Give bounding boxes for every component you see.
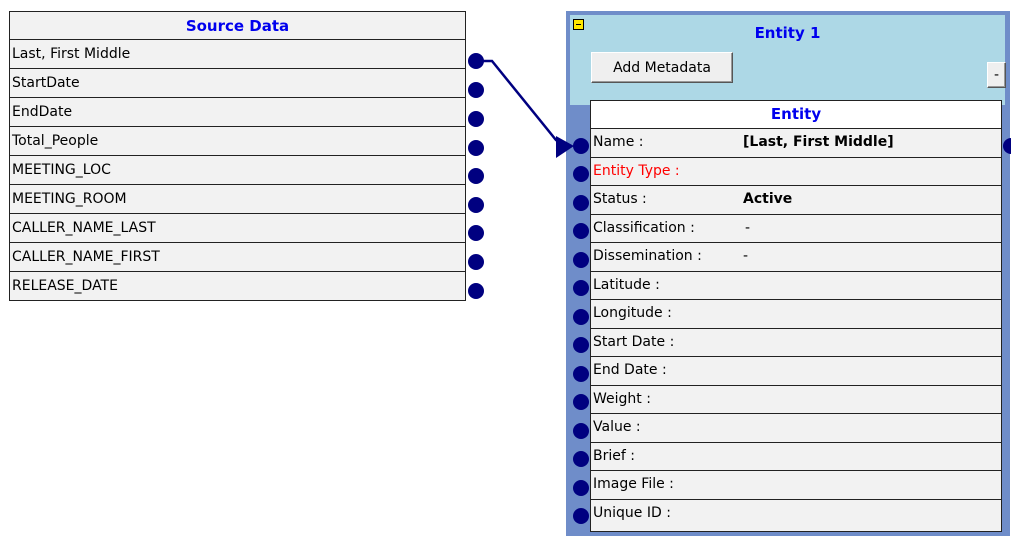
entity-connector-dot-icon[interactable] [573,223,589,239]
entity-row-label: Image File : [593,476,674,492]
entity-row-value: Active [743,191,793,207]
source-field-row[interactable]: EndDate [10,98,465,127]
source-field-label: Total_People [12,133,99,149]
source-connector-dot-icon[interactable] [468,197,484,213]
entity-panel: Entity 1 Add Metadata - Entity Name : [L… [566,11,1010,536]
entity-row-longitude[interactable]: Longitude : [591,300,1001,329]
source-data-title: Source Data [10,12,465,40]
entity-connector-dot-icon[interactable] [573,280,589,296]
source-field-row[interactable]: Total_People [10,127,465,156]
entity-row-weight[interactable]: Weight : [591,386,1001,414]
entity-row-start-date[interactable]: Start Date : [591,329,1001,357]
entity-connector-dot-icon[interactable] [573,138,589,154]
entity-row-brief[interactable]: Brief : [591,443,1001,471]
source-field-label: Last, First Middle [12,46,131,62]
entity-row-label: Entity Type : [593,162,680,179]
source-data-panel: Source Data Last, First Middle StartDate… [9,11,466,301]
entity-row-label: Classification : [593,219,695,236]
entity-row-dissemination[interactable]: Dissemination : - [591,243,1001,272]
entity-connector-dot-icon[interactable] [573,508,589,524]
entity-row-name[interactable]: Name : [Last, First Middle] [591,129,1001,158]
source-connector-dot-icon[interactable] [468,53,484,69]
source-field-label: RELEASE_DATE [12,278,118,294]
entity-row-value: - [743,248,749,264]
source-field-label: MEETING_ROOM [12,191,127,207]
entity-row-value: [Last, First Middle] [743,134,894,150]
entity-row-label: Status : [593,191,647,207]
entity-row-label: Dissemination : [593,248,702,264]
entity-table-title: Entity [591,101,1001,129]
entity-connector-dot-icon[interactable] [573,423,589,439]
source-field-row[interactable]: MEETING_LOC [10,156,465,185]
entity-row-value[interactable]: Value : [591,414,1001,443]
source-field-row[interactable]: CALLER_NAME_LAST [10,214,465,243]
entity-row-classification[interactable]: Classification : - [591,215,1001,243]
entity-connector-dot-icon[interactable] [573,480,589,496]
entity-connector-dot-icon[interactable] [573,366,589,382]
entity-title: Entity 1 [754,24,821,42]
entity-connector-dot-icon[interactable] [573,252,589,268]
remove-button[interactable]: - [987,62,1006,88]
source-field-row[interactable]: CALLER_NAME_FIRST [10,243,465,272]
source-field-label: MEETING_LOC [12,162,111,178]
entity-connector-dot-icon[interactable] [573,166,589,182]
source-connector-dot-icon[interactable] [468,254,484,270]
add-metadata-button[interactable]: Add Metadata [591,52,733,83]
entity-row-end-date[interactable]: End Date : [591,357,1001,386]
source-connector-dot-icon[interactable] [468,140,484,156]
entity-connector-dot-icon[interactable] [573,195,589,211]
entity-row-label: Value : [593,419,641,435]
source-connector-dot-icon[interactable] [468,111,484,127]
entity-row-label: End Date : [593,362,667,378]
entity-row-entity-type[interactable]: Entity Type : [591,158,1001,186]
entity-table: Entity Name : [Last, First Middle] Entit… [590,100,1002,532]
source-field-row[interactable]: MEETING_ROOM [10,185,465,214]
source-field-row[interactable]: Last, First Middle [10,40,465,69]
entity-row-label: Weight : [593,390,651,407]
entity-header: Entity 1 Add Metadata - [570,15,1006,105]
entity-row-latitude[interactable]: Latitude : [591,272,1001,300]
source-field-label: CALLER_NAME_FIRST [12,249,160,265]
entity-row-label: Start Date : [593,333,675,350]
entity-row-label: Unique ID : [593,504,671,521]
source-field-row[interactable]: RELEASE_DATE [10,272,465,301]
entity-connector-dot-icon[interactable] [573,309,589,325]
source-field-label: EndDate [12,104,73,120]
source-connector-dot-icon[interactable] [468,82,484,98]
entity-connector-dot-icon[interactable] [573,337,589,353]
entity-row-label: Name : [593,134,644,150]
entity-row-label: Latitude : [593,276,660,293]
entity-connector-dot-icon[interactable] [573,394,589,410]
source-field-label: CALLER_NAME_LAST [12,220,156,236]
entity-row-image-file[interactable]: Image File : [591,471,1001,500]
entity-row-status[interactable]: Status : Active [591,186,1001,215]
entity-row-label: Brief : [593,447,635,464]
source-connector-dot-icon[interactable] [468,168,484,184]
source-field-row[interactable]: StartDate [10,69,465,98]
entity-row-label: Longitude : [593,305,672,321]
entity-connector-dot-icon[interactable] [573,451,589,467]
source-connector-dot-icon[interactable] [468,225,484,241]
source-field-label: StartDate [12,75,80,91]
entity-row-value: - [745,219,751,236]
source-connector-dot-icon[interactable] [468,283,484,299]
entity-row-unique-id[interactable]: Unique ID : [591,500,1001,529]
